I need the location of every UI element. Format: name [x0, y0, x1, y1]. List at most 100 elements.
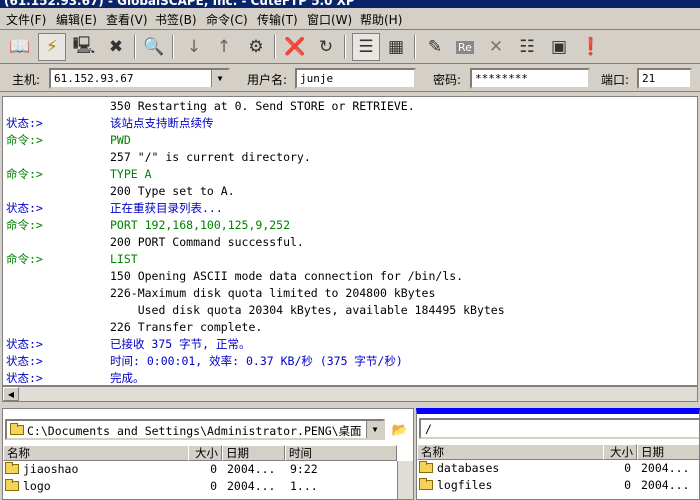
log-line: 命令:> TYPE A — [3, 166, 693, 183]
stop-icon[interactable]: ❌ — [281, 33, 309, 61]
cell-name: logfiles — [437, 478, 493, 492]
remote-col-date[interactable]: 日期 — [637, 444, 699, 460]
refresh-icon[interactable]: ↻ — [312, 33, 340, 61]
local-vertical-scrollbar[interactable] — [397, 461, 413, 499]
connection-bar: 主机: 61.152.93.67 ▼ 用户名: junje 密码: ******… — [0, 65, 700, 92]
log-line: 状态:> 完成。 — [3, 370, 693, 385]
local-col-size[interactable]: 大小 — [188, 445, 222, 461]
delete-icon[interactable]: ✕ — [482, 33, 510, 61]
remote-path-field[interactable]: / — [419, 418, 699, 439]
folder-icon — [419, 461, 433, 473]
log-message: 该站点支持断点续传 — [110, 116, 214, 130]
log-message: 150 Opening ASCII mode data connection f… — [110, 269, 464, 283]
log-message: PWD — [110, 133, 131, 147]
local-path: C:\Documents and Settings\Administrator.… — [27, 424, 362, 438]
download-icon[interactable]: ↓ — [180, 33, 208, 61]
log-tag: 命令:> — [6, 167, 43, 181]
log-message: 200 PORT Command successful. — [110, 235, 304, 249]
window-title: (61.152.93.67) - GlobalSCAPE, Inc. - Cut… — [4, 0, 355, 8]
log-message: 200 Type set to A. — [110, 184, 235, 198]
log-line: 状态:> 该站点支持断点续传 — [3, 115, 693, 132]
file-row[interactable]: databases 0 2004... — [417, 460, 699, 477]
cell-date: 2004... — [641, 478, 690, 492]
toolbar-separator — [172, 35, 174, 59]
log-line: 226 Transfer complete. — [3, 319, 693, 336]
properties-icon[interactable]: ☷ — [513, 33, 541, 61]
search-icon[interactable]: 🔍 — [140, 33, 168, 61]
cell-size: 0 — [624, 461, 631, 475]
log-tag: 命令:> — [6, 218, 43, 232]
log-pane[interactable]: 350 Restarting at 0. Send STORE or RETRI… — [2, 96, 698, 386]
log-message: 226-Maximum disk quota limited to 204800… — [110, 286, 436, 300]
cell-time: 1... — [290, 479, 318, 493]
port-value: 21 — [642, 72, 656, 85]
file-row[interactable]: logo 0 2004... 1... — [3, 478, 393, 495]
help-icon[interactable]: ❗ — [577, 33, 605, 61]
chevron-down-icon[interactable]: ▼ — [366, 421, 383, 438]
menu-help[interactable]: 帮助(H) — [360, 11, 402, 28]
file-row[interactable]: jiaoshao 0 2004... 9:22 — [3, 461, 393, 478]
menu-edit[interactable]: 编辑(E) — [56, 11, 97, 28]
chevron-down-icon[interactable]: ▼ — [211, 70, 228, 87]
log-line: 200 PORT Command successful. — [3, 234, 693, 251]
detail-view-icon[interactable]: ▦ — [382, 33, 410, 61]
menu-view[interactable]: 查看(V) — [106, 11, 148, 28]
toolbar-separator — [344, 35, 346, 59]
rename-icon[interactable]: Re — [451, 33, 479, 61]
port-label: 端口: — [601, 73, 630, 87]
password-value: ******** — [475, 72, 528, 85]
cell-name: jiaoshao — [23, 462, 79, 476]
log-message: 226 Transfer complete. — [110, 320, 263, 334]
cell-size: 0 — [624, 478, 631, 492]
log-line: 命令:> LIST — [3, 251, 693, 268]
scroll-left-icon[interactable]: ◀ — [3, 387, 19, 401]
toolbar-separator — [414, 35, 416, 59]
log-tag: 命令:> — [6, 252, 43, 266]
menu-bar: 文件(F) 编辑(E) 查看(V) 书签(B) 命令(C) 传输(T) 窗口(W… — [0, 8, 700, 30]
menu-bookmarks[interactable]: 书签(B) — [155, 11, 197, 28]
host-label: 主机: — [12, 73, 41, 87]
quick-connect-icon[interactable]: ⚡ — [38, 33, 66, 61]
menu-commands[interactable]: 命令(C) — [206, 11, 248, 28]
folder-up-icon[interactable]: 📂 — [389, 419, 411, 441]
log-line: 350 Restarting at 0. Send STORE or RETRI… — [3, 98, 693, 115]
menu-window[interactable]: 窗口(W) — [307, 11, 352, 28]
menu-transfer[interactable]: 传输(T) — [257, 11, 298, 28]
host-combobox[interactable]: 61.152.93.67 ▼ — [49, 68, 230, 89]
cell-name: databases — [437, 461, 500, 475]
edit-icon[interactable]: ✎ — [421, 33, 449, 61]
log-tag: 状态:> — [6, 201, 43, 215]
log-message: 时间: 0:00:01, 效率: 0.37 KB/秒 (375 字节/秒) — [110, 354, 403, 368]
list-view-icon[interactable]: ☰ — [352, 33, 380, 61]
folder-icon — [10, 423, 24, 435]
local-col-date[interactable]: 日期 — [222, 445, 285, 461]
password-field[interactable]: ******** — [470, 68, 590, 89]
log-line: 200 Type set to A. — [3, 183, 693, 200]
log-tag: 状态:> — [6, 116, 43, 130]
cell-date: 2004... — [227, 479, 276, 493]
upload-icon[interactable]: ↑ — [210, 33, 238, 61]
log-message: TYPE A — [110, 167, 152, 181]
remote-col-size[interactable]: 大小 — [603, 444, 637, 460]
connect-icon[interactable]: 🖳 — [70, 33, 98, 61]
command-icon[interactable]: ▣ — [545, 33, 573, 61]
port-field[interactable]: 21 — [637, 68, 692, 89]
user-value: junje — [300, 72, 334, 85]
menu-file[interactable]: 文件(F) — [6, 11, 46, 28]
toolbar-separator — [274, 35, 276, 59]
site-manager-icon[interactable]: 📖 — [6, 33, 34, 61]
local-col-time[interactable]: 时间 — [285, 445, 397, 461]
log-message: 已接收 375 字节, 正常。 — [110, 337, 251, 351]
toolbar-separator — [134, 35, 136, 59]
disconnect-icon[interactable]: ✖ — [102, 33, 130, 61]
file-row[interactable]: logfiles 0 2004... — [417, 477, 699, 494]
log-message: LIST — [110, 252, 138, 266]
password-label: 密码: — [433, 73, 462, 87]
log-horizontal-scrollbar[interactable]: ◀ — [2, 386, 698, 402]
user-field[interactable]: junje — [295, 68, 416, 89]
local-path-combobox[interactable]: C:\Documents and Settings\Administrator.… — [5, 419, 385, 440]
cell-date: 2004... — [641, 461, 690, 475]
log-tag: 状态:> — [6, 337, 43, 351]
transfer-queue-icon[interactable]: ⚙ — [242, 33, 270, 61]
remote-pane: / 名称 大小 日期 databases 0 2004... logfiles 0 200… — [416, 408, 700, 500]
